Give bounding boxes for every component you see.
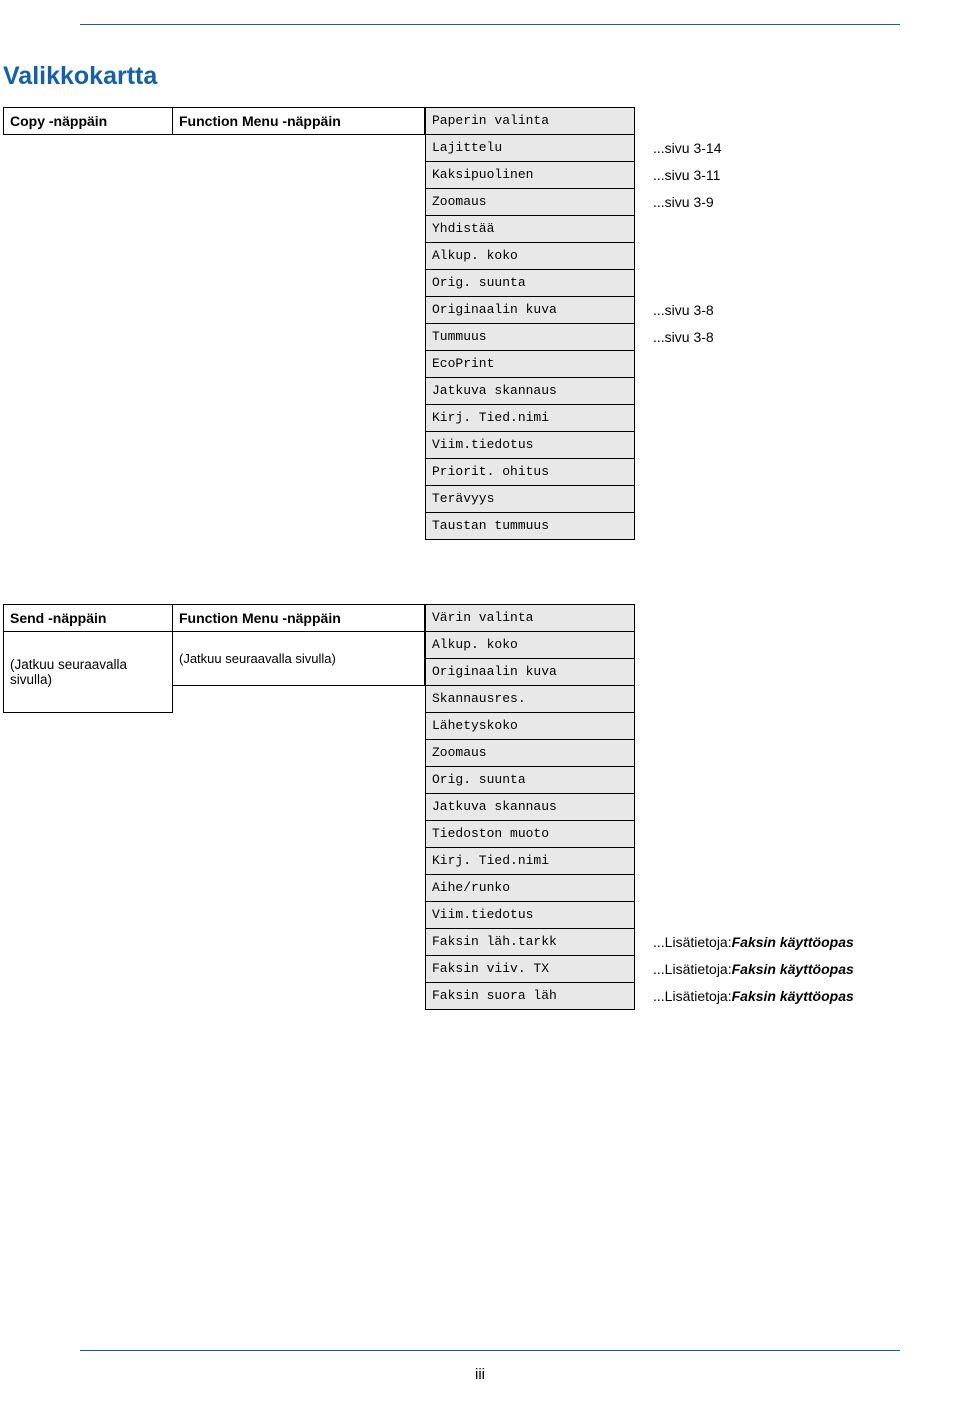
menu-item: Lajittelu bbox=[425, 135, 635, 162]
menu-item: Zoomaus bbox=[425, 189, 635, 216]
menu-item: Terävyys bbox=[425, 486, 635, 513]
menu-item: Originaalin kuva bbox=[425, 659, 635, 686]
menu-item: Kirj. Tied.nimi bbox=[425, 848, 635, 875]
menu-item: Faksin viiv. TX bbox=[425, 956, 635, 983]
menu-item: Viim.tiedotus bbox=[425, 432, 635, 459]
send-key-header: Send -näppäin bbox=[3, 604, 173, 632]
page-title: Valikkokartta bbox=[3, 62, 900, 91]
page-ref bbox=[653, 458, 900, 485]
page-ref bbox=[653, 215, 900, 242]
menu-item: Priorit. ohitus bbox=[425, 459, 635, 486]
menu-item: Tiedoston muoto bbox=[425, 821, 635, 848]
block-send: Send -näppäin (Jatkuu seuraavalla sivull… bbox=[3, 604, 900, 1010]
page-ref bbox=[653, 377, 900, 404]
menu-item: Kaksipuolinen bbox=[425, 162, 635, 189]
menu-item: Lähetyskoko bbox=[425, 713, 635, 740]
menu-item: Tummuus bbox=[425, 324, 635, 351]
manual-ref: ...Lisätietoja: Faksin käyttöopas bbox=[653, 928, 900, 955]
menu-item: Aihe/runko bbox=[425, 875, 635, 902]
menu-item: Yhdistää bbox=[425, 216, 635, 243]
menu-item: Jatkuva skannaus bbox=[425, 794, 635, 821]
page-ref: ...sivu 3-9 bbox=[653, 188, 900, 215]
page-ref: ...sivu 3-8 bbox=[653, 296, 900, 323]
menu-item: Alkup. koko bbox=[425, 632, 635, 659]
manual-ref: ...Lisätietoja: Faksin käyttöopas bbox=[653, 982, 900, 1009]
menu-item: Orig. suunta bbox=[425, 767, 635, 794]
page-ref bbox=[653, 431, 900, 458]
menu-item: Jatkuva skannaus bbox=[425, 378, 635, 405]
menu-item: Viim.tiedotus bbox=[425, 902, 635, 929]
menu-item: Zoomaus bbox=[425, 740, 635, 767]
menu-item: Taustan tummuus bbox=[425, 513, 635, 540]
function-menu-header: Function Menu -näppäin bbox=[173, 107, 425, 135]
page-ref: ...sivu 3-8 bbox=[653, 323, 900, 350]
page-ref bbox=[653, 350, 900, 377]
menu-item: Alkup. koko bbox=[425, 243, 635, 270]
menu-item: Originaalin kuva bbox=[425, 297, 635, 324]
page-ref bbox=[653, 269, 900, 296]
menu-item: Faksin läh.tarkk bbox=[425, 929, 635, 956]
menu-item: Värin valinta bbox=[425, 604, 635, 632]
block-copy: Copy -näppäin Function Menu -näppäin Pap… bbox=[3, 107, 900, 540]
menu-item: Kirj. Tied.nimi bbox=[425, 405, 635, 432]
function-menu-header: Function Menu -näppäin bbox=[173, 604, 425, 632]
page-ref bbox=[653, 485, 900, 512]
page-ref bbox=[653, 512, 900, 539]
page-ref bbox=[653, 107, 900, 134]
page-ref: ...sivu 3-11 bbox=[653, 161, 900, 188]
menu-item: Orig. suunta bbox=[425, 270, 635, 297]
continued-next-page: (Jatkuu seuraavalla sivulla) bbox=[3, 632, 173, 713]
menu-item: Faksin suora läh bbox=[425, 983, 635, 1010]
continued-next-page: (Jatkuu seuraavalla sivulla) bbox=[173, 632, 425, 686]
page-ref bbox=[653, 404, 900, 431]
menu-item: Skannausres. bbox=[425, 686, 635, 713]
menu-item: Paperin valinta bbox=[425, 107, 635, 135]
page-ref: ...sivu 3-14 bbox=[653, 134, 900, 161]
page-number: iii bbox=[0, 1366, 960, 1383]
copy-key-header: Copy -näppäin bbox=[3, 107, 173, 135]
manual-ref: ...Lisätietoja: Faksin käyttöopas bbox=[653, 955, 900, 982]
page-ref bbox=[653, 242, 900, 269]
menu-item: EcoPrint bbox=[425, 351, 635, 378]
